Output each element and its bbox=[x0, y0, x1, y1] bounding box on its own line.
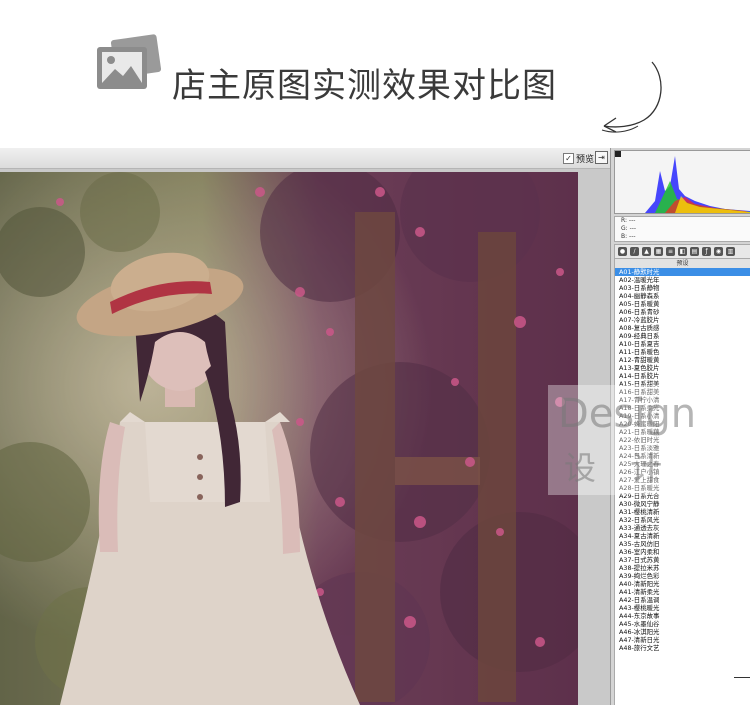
split-tool-icon[interactable]: ◧ bbox=[678, 247, 687, 256]
levels-tool-icon[interactable]: ▲ bbox=[642, 247, 651, 256]
preset-item[interactable]: A44-东京故事 bbox=[615, 612, 750, 620]
layers-tool-icon[interactable]: ▤ bbox=[690, 247, 699, 256]
photo-icon bbox=[97, 34, 162, 89]
preset-item[interactable]: A14-日系胶片 bbox=[615, 372, 750, 380]
preset-item[interactable]: A31-樱桃清新 bbox=[615, 508, 750, 516]
edited-photo bbox=[0, 172, 578, 705]
preset-item[interactable]: A03-日系静物 bbox=[615, 284, 750, 292]
preset-item[interactable]: A38-提拉米苏 bbox=[615, 564, 750, 572]
preset-item[interactable]: A09-经典日系 bbox=[615, 332, 750, 340]
preset-item[interactable]: A30-微风宁静 bbox=[615, 500, 750, 508]
bars-tool-icon[interactable]: ≡ bbox=[666, 247, 675, 256]
preset-item[interactable]: A02-温暖光年 bbox=[615, 276, 750, 284]
canvas-area bbox=[0, 169, 610, 705]
export-icon[interactable]: ⇥ bbox=[595, 151, 608, 164]
rgb-r: R: --- bbox=[621, 217, 636, 224]
preset-item[interactable]: A45-水墨仙谷 bbox=[615, 620, 750, 628]
preset-item[interactable]: A41-清新柔光 bbox=[615, 588, 750, 596]
preset-item[interactable]: A39-绚烂色彩 bbox=[615, 572, 750, 580]
preset-item[interactable]: A32-日系风光 bbox=[615, 516, 750, 524]
preset-item[interactable]: A40-清新阳光 bbox=[615, 580, 750, 588]
preview-label: 预览 bbox=[576, 155, 595, 165]
corner-divider bbox=[734, 677, 750, 678]
curve-tool-icon[interactable]: ∕ bbox=[630, 247, 639, 256]
preset-item[interactable]: A05-日系暖黄 bbox=[615, 300, 750, 308]
rgb-b: B: --- bbox=[621, 233, 636, 240]
preset-item[interactable]: A47-清新日光 bbox=[615, 636, 750, 644]
preset-item[interactable]: A35-古风仿旧 bbox=[615, 540, 750, 548]
editor-topbar: ✓ 预览 ⇥ bbox=[0, 148, 610, 169]
watermark: Design 设 计 bbox=[548, 385, 698, 495]
preset-item[interactable]: A46-冰淇阳光 bbox=[615, 628, 750, 636]
preset-item[interactable]: A37-日式苏黄 bbox=[615, 556, 750, 564]
camera-tool-icon[interactable]: ◉ bbox=[714, 247, 723, 256]
panel-toolbar: ● ∕ ▲ ▦ ≡ ◧ ▤ ƒ ◉ ▥ bbox=[614, 244, 750, 259]
watermark-line1: Design bbox=[558, 391, 697, 437]
rgb-readout: R: --- G: --- B: --- bbox=[614, 216, 750, 242]
curl-arrow-icon bbox=[601, 61, 662, 133]
histogram bbox=[614, 150, 750, 214]
rgb-g: G: --- bbox=[621, 225, 637, 232]
circle-tool-icon[interactable]: ● bbox=[618, 247, 627, 256]
preset-item[interactable]: A33-通透去灰 bbox=[615, 524, 750, 532]
preset-item[interactable]: A06-日系青砂 bbox=[615, 308, 750, 316]
grid-tool-icon[interactable]: ▦ bbox=[654, 247, 663, 256]
banner: 店主原图实测效果对比图 bbox=[0, 0, 750, 148]
watermark-line2: 设 计 bbox=[564, 449, 675, 487]
preset-tool-icon[interactable]: ▥ bbox=[726, 247, 735, 256]
preset-item[interactable]: A10-日系夏吉 bbox=[615, 340, 750, 348]
preset-item[interactable]: A07-冷蓝胶片 bbox=[615, 316, 750, 324]
preset-item[interactable]: A43-樱桃暖光 bbox=[615, 604, 750, 612]
preview-checkbox[interactable]: ✓ bbox=[563, 153, 574, 164]
banner-title: 店主原图实测效果对比图 bbox=[172, 66, 557, 106]
preset-item[interactable]: A01-静默时光 bbox=[615, 268, 750, 276]
preset-item[interactable]: A36-室内柔和 bbox=[615, 548, 750, 556]
preset-item[interactable]: A48-旅行文艺 bbox=[615, 644, 750, 652]
preset-item[interactable]: A08-复古质感 bbox=[615, 324, 750, 332]
preset-item[interactable]: A34-夏古清新 bbox=[615, 532, 750, 540]
preset-item[interactable]: A12-青甜暖黄 bbox=[615, 356, 750, 364]
fx-tool-icon[interactable]: ƒ bbox=[702, 247, 711, 256]
preset-item[interactable]: A11-日系暖色 bbox=[615, 348, 750, 356]
preset-item[interactable]: A13-夏色胶片 bbox=[615, 364, 750, 372]
preset-item[interactable]: A04-幽静森系 bbox=[615, 292, 750, 300]
preset-item[interactable]: A42-日系温调 bbox=[615, 596, 750, 604]
